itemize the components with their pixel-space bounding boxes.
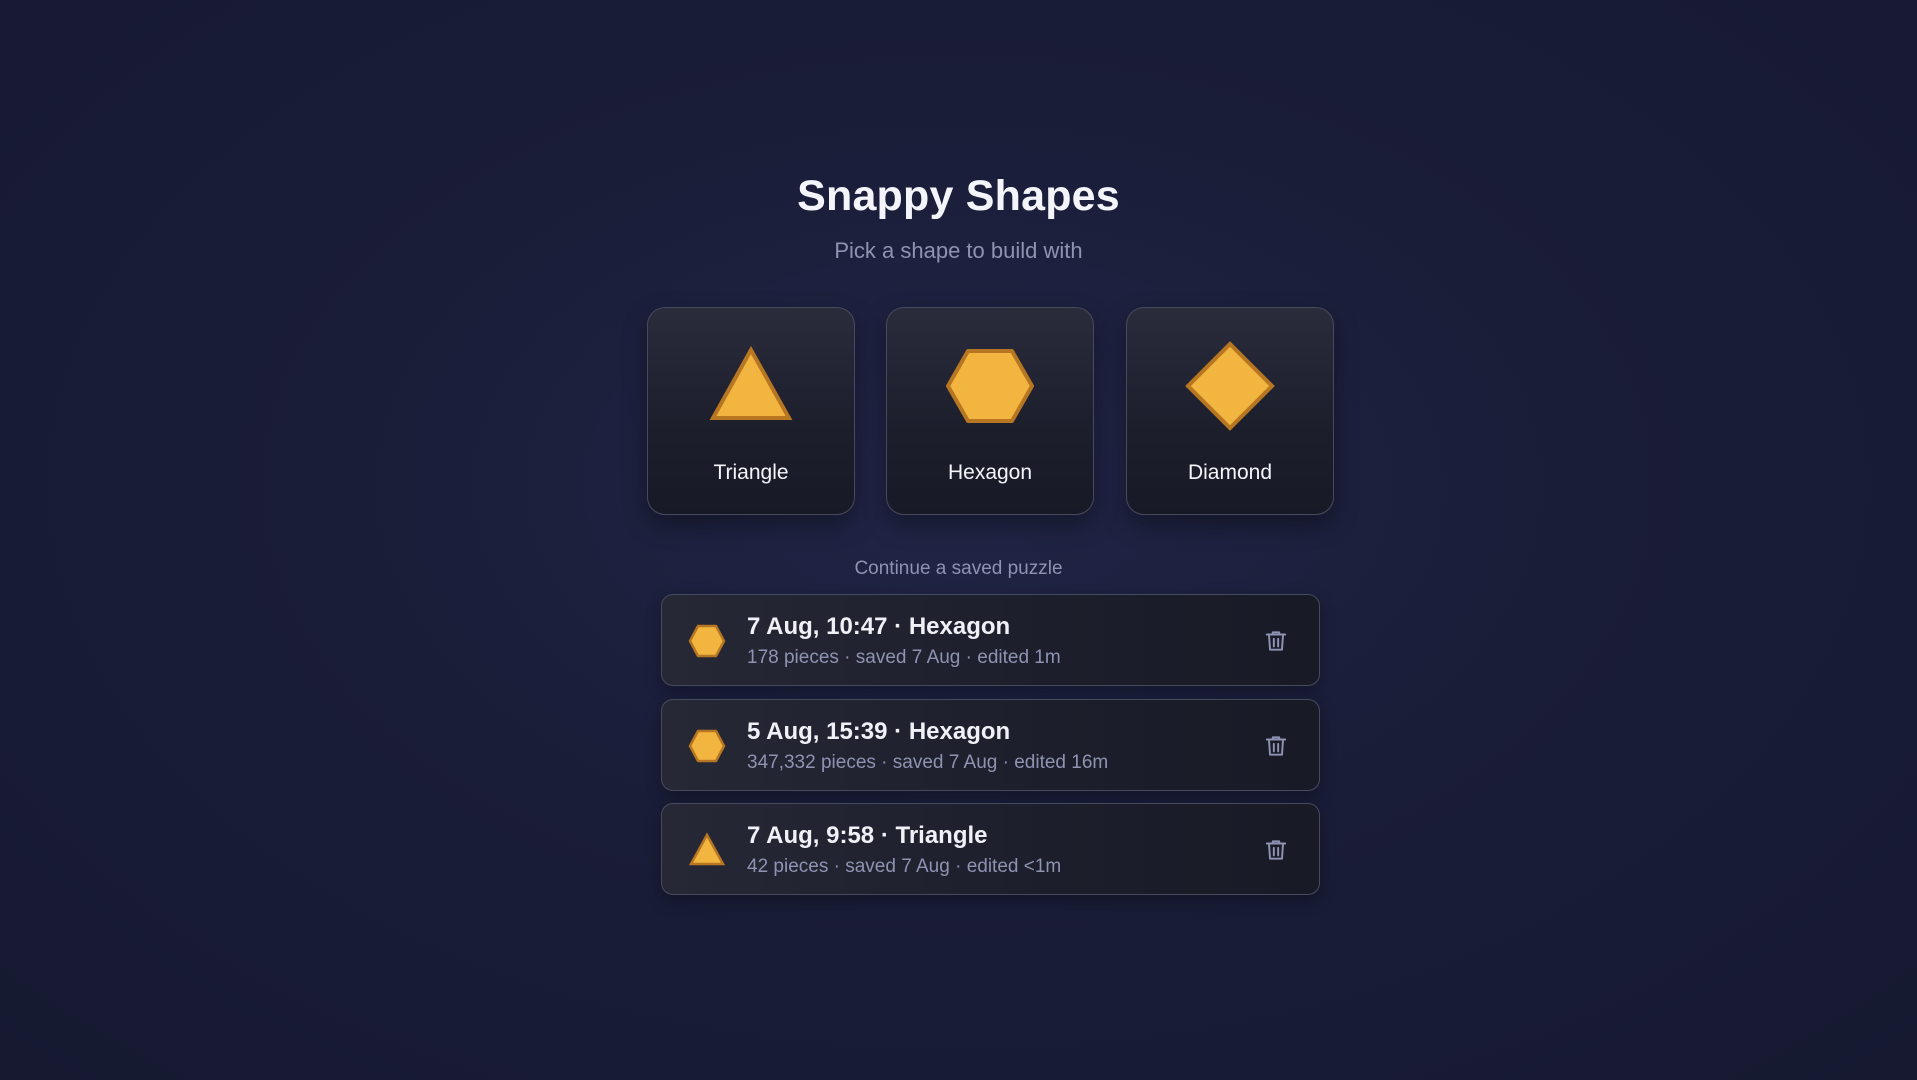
shape-card-diamond[interactable]: Diamond — [1126, 307, 1334, 515]
trash-icon[interactable] — [1263, 837, 1289, 863]
hexagon-icon — [688, 729, 726, 763]
hexagon-icon — [946, 349, 1034, 423]
saved-puzzle-row[interactable]: 5 Aug, 15:39 · Hexagon 347,332 pieces · … — [661, 699, 1320, 791]
saved-puzzle-title: 7 Aug, 9:58 · Triangle — [747, 822, 988, 849]
triangle-icon — [709, 346, 793, 420]
shape-label-triangle: Triangle — [713, 461, 789, 484]
saved-puzzle-row[interactable]: 7 Aug, 10:47 · Hexagon 178 pieces · save… — [661, 594, 1320, 686]
saved-puzzle-meta: 42 pieces · saved 7 Aug · edited <1m — [747, 856, 1062, 877]
saved-puzzle-meta: 347,332 pieces · saved 7 Aug · edited 16… — [747, 752, 1109, 773]
page-title: Snappy Shapes — [797, 172, 1120, 220]
saved-puzzle-title: 7 Aug, 10:47 · Hexagon — [747, 613, 1011, 640]
shape-card-triangle[interactable]: Triangle — [647, 307, 855, 515]
page-subtitle: Pick a shape to build with — [834, 238, 1083, 263]
trash-icon[interactable] — [1263, 733, 1289, 759]
diamond-icon — [1185, 341, 1275, 431]
start-screen: Snappy Shapes Pick a shape to build with… — [0, 0, 1917, 1080]
shape-label-diamond: Diamond — [1187, 461, 1273, 484]
saved-puzzle-title: 5 Aug, 15:39 · Hexagon — [747, 718, 1011, 745]
shape-card-hexagon[interactable]: Hexagon — [886, 307, 1094, 515]
shape-label-hexagon: Hexagon — [947, 461, 1033, 484]
saved-puzzles-heading: Continue a saved puzzle — [854, 558, 1063, 579]
triangle-icon — [688, 832, 726, 866]
hexagon-icon — [688, 624, 726, 658]
saved-puzzle-meta: 178 pieces · saved 7 Aug · edited 1m — [747, 647, 1061, 668]
trash-icon[interactable] — [1263, 628, 1289, 654]
saved-puzzle-row[interactable]: 7 Aug, 9:58 · Triangle 42 pieces · saved… — [661, 803, 1320, 895]
